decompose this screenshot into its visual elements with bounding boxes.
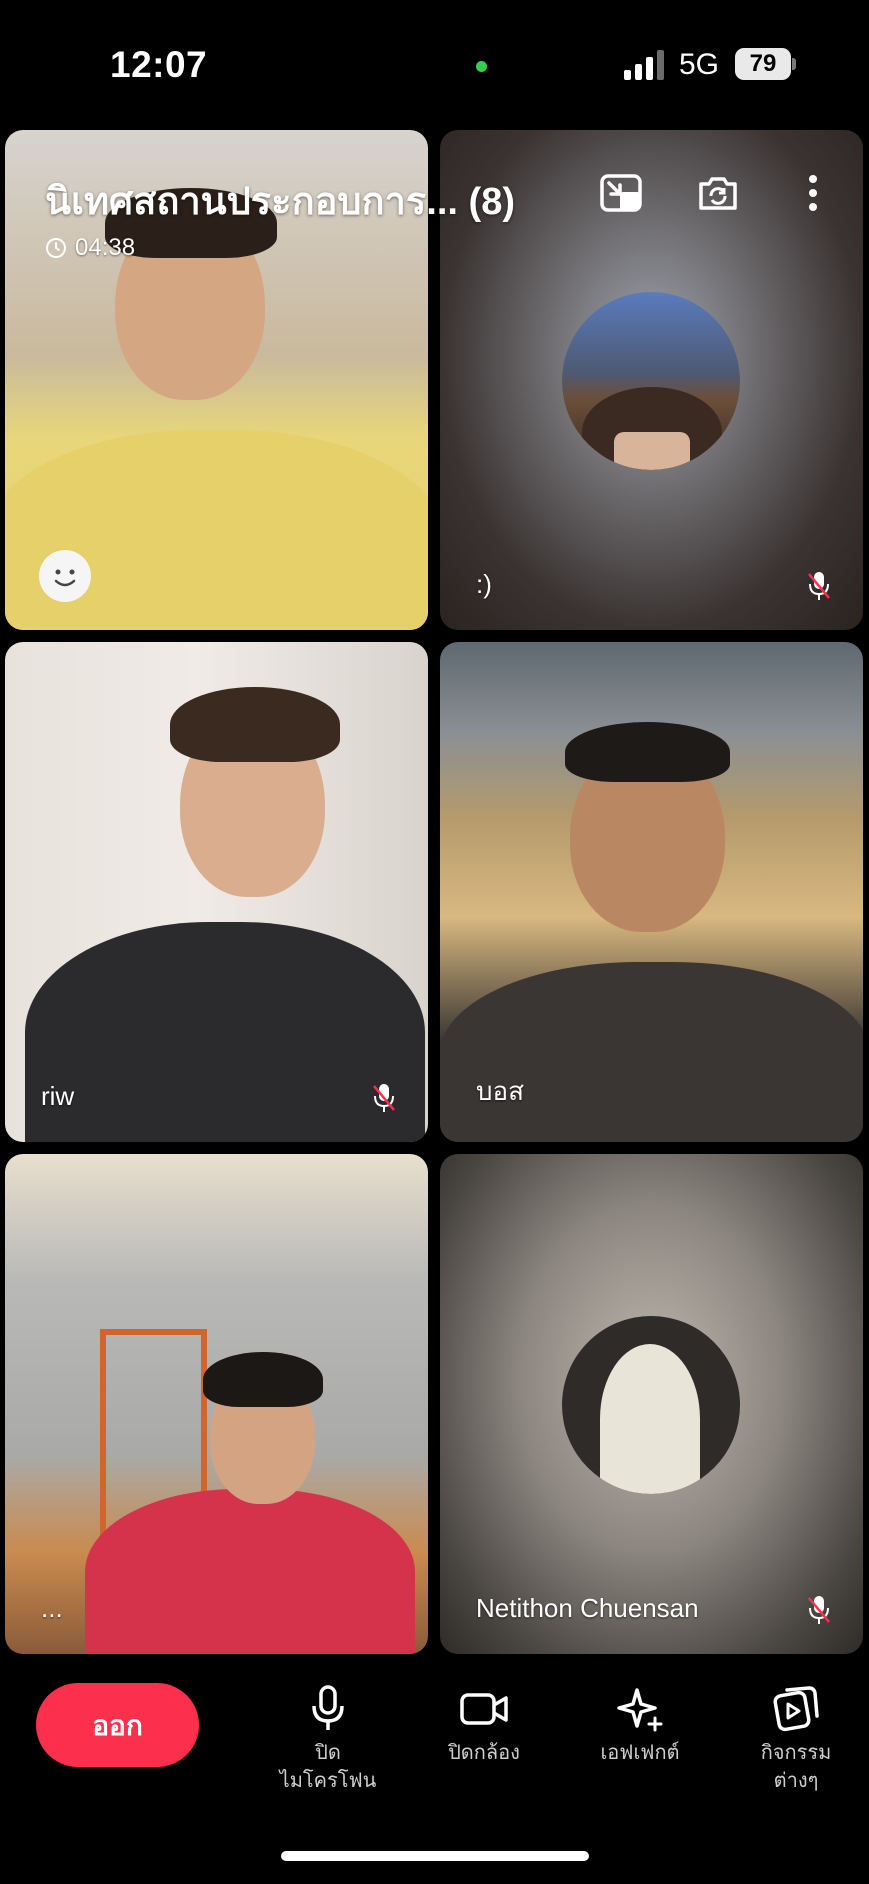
more-options-icon[interactable] <box>790 170 836 216</box>
participant-video <box>25 922 425 1142</box>
participant-video <box>440 962 863 1142</box>
mic-muted-icon <box>808 572 830 600</box>
turn-off-camera-button[interactable]: ปิดกล้อง <box>424 1683 544 1767</box>
activities-label: กิจกรรม ต่างๆ <box>760 1742 832 1792</box>
participant-avatar <box>562 1316 740 1494</box>
participant-tile-6[interactable]: Netithon Chuensan <box>440 1154 863 1654</box>
leave-call-button[interactable]: ออก <box>36 1683 199 1767</box>
mic-muted-icon <box>373 1084 395 1112</box>
effects-label: เอฟเฟกต์ <box>600 1742 680 1764</box>
battery-tip <box>792 58 796 70</box>
video-camera-icon <box>460 1693 508 1725</box>
effects-button[interactable]: เอฟเฟกต์ <box>580 1683 700 1767</box>
reaction-button[interactable] <box>39 550 91 602</box>
home-indicator[interactable] <box>281 1851 589 1861</box>
battery-icon: 79 <box>735 48 791 80</box>
play-cards-icon <box>773 1686 819 1732</box>
participant-tile-5[interactable]: ... <box>5 1154 428 1654</box>
participant-name: :) <box>476 569 492 599</box>
participant-name: ... <box>41 1593 63 1623</box>
mic-muted-icon <box>808 1596 830 1624</box>
minimize-window-icon[interactable] <box>598 170 644 216</box>
call-timer: 04:38 <box>45 234 135 262</box>
participant-avatar <box>562 292 740 470</box>
participant-tile-4[interactable]: บอส <box>440 642 863 1142</box>
participant-tile-3[interactable]: riw <box>5 642 428 1142</box>
camera-in-use-indicator <box>476 61 487 72</box>
call-title[interactable]: นิเทศสถานประกอบการ... (8) <box>45 170 515 231</box>
status-time: 12:07 <box>110 44 208 85</box>
participant-name: บอส <box>476 1076 524 1106</box>
participant-video <box>85 1489 415 1654</box>
switch-camera-icon[interactable] <box>695 170 741 216</box>
participant-count: (8) <box>468 181 515 223</box>
sparkles-icon <box>617 1688 663 1732</box>
camera-label: ปิดกล้อง <box>448 1742 520 1764</box>
smiley-icon <box>54 569 76 587</box>
participant-name: Netithon Chuensan <box>476 1593 699 1623</box>
cellular-signal-icon <box>624 50 666 80</box>
activities-button[interactable]: กิจกรรม ต่างๆ <box>736 1683 856 1795</box>
microphone-icon <box>312 1685 344 1730</box>
mute-mic-label: ปิด ไมโครโฟน <box>279 1742 377 1792</box>
group-name: นิเทศสถานประกอบการ... <box>45 181 458 223</box>
clock-icon <box>46 238 66 258</box>
participant-name: riw <box>41 1081 75 1111</box>
network-type: 5G <box>679 48 720 81</box>
mute-mic-button[interactable]: ปิด ไมโครโฟน <box>268 1683 388 1795</box>
timer-value: 04:38 <box>75 234 136 261</box>
